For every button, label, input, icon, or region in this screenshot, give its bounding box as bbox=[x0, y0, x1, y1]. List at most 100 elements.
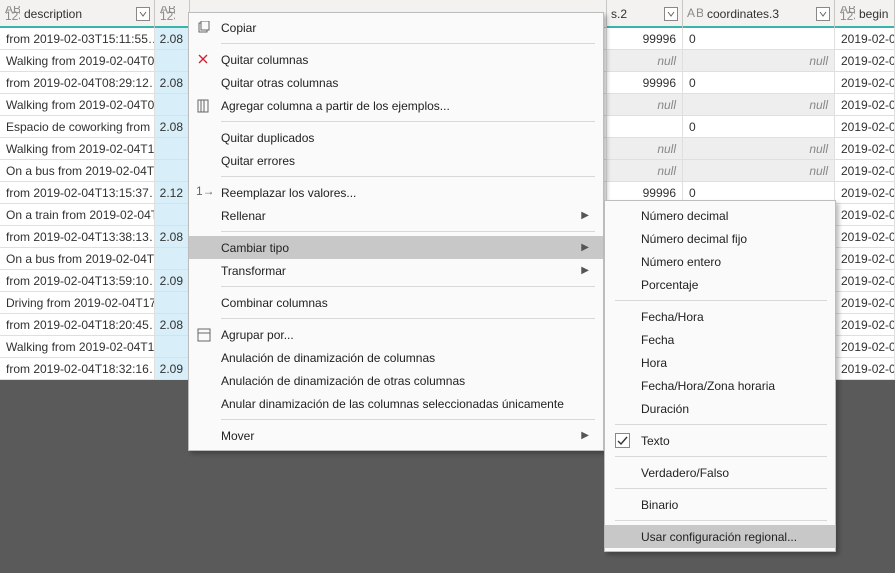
table-cell[interactable]: On a bus from 2019-02-04T1… bbox=[0, 248, 155, 270]
table-cell[interactable]: Walking from 2019-02-04T0… bbox=[0, 50, 155, 72]
table-cell[interactable]: Walking from 2019-02-04T1… bbox=[0, 138, 155, 160]
col-header-begin[interactable]: ABC123 begin bbox=[835, 0, 895, 28]
table-cell[interactable]: Walking from 2019-02-04T1… bbox=[0, 336, 155, 358]
menu-anulacion-otras[interactable]: Anulación de dinamización de otras colum… bbox=[189, 369, 603, 392]
table-cell[interactable]: Driving from 2019-02-04T17:… bbox=[0, 292, 155, 314]
type-numero-decimal[interactable]: Número decimal bbox=[605, 204, 835, 227]
menu-combinar-columnas[interactable]: Combinar columnas bbox=[189, 291, 603, 314]
table-cell[interactable] bbox=[155, 248, 190, 270]
table-cell[interactable]: 2019-02-0 bbox=[835, 292, 895, 314]
table-cell[interactable]: 2.09 bbox=[155, 358, 190, 380]
table-cell[interactable]: 0 bbox=[683, 72, 835, 94]
menu-reemplazar-valores[interactable]: 1→2 Reemplazar los valores... bbox=[189, 181, 603, 204]
col-header-coordinates3[interactable]: A B C coordinates.3 bbox=[683, 0, 835, 28]
table-cell[interactable]: from 2019-02-04T08:29:12… bbox=[0, 72, 155, 94]
table-cell[interactable] bbox=[607, 116, 683, 138]
col-header-s2[interactable]: s.2 bbox=[607, 0, 683, 28]
table-cell[interactable] bbox=[155, 292, 190, 314]
table-cell[interactable]: 2.08 bbox=[155, 28, 190, 50]
table-cell[interactable]: null bbox=[683, 138, 835, 160]
type-duracion[interactable]: Duración bbox=[605, 397, 835, 420]
table-cell[interactable]: 2019-02-0 bbox=[835, 314, 895, 336]
menu-cambiar-tipo[interactable]: Cambiar tipo ▶ bbox=[189, 236, 603, 259]
menu-mover[interactable]: Mover ▶ bbox=[189, 424, 603, 447]
menu-quitar-otras-columnas[interactable]: Quitar otras columnas bbox=[189, 71, 603, 94]
type-hora[interactable]: Hora bbox=[605, 351, 835, 374]
type-porcentaje[interactable]: Porcentaje bbox=[605, 273, 835, 296]
col-header-number-partial[interactable]: ABC123 bbox=[155, 0, 190, 28]
table-cell[interactable]: Walking from 2019-02-04T0… bbox=[0, 94, 155, 116]
table-cell[interactable]: null bbox=[607, 50, 683, 72]
table-cell[interactable]: from 2019-02-04T18:20:45… bbox=[0, 314, 155, 336]
table-cell[interactable]: 2.08 bbox=[155, 226, 190, 248]
table-cell[interactable] bbox=[155, 50, 190, 72]
table-cell[interactable]: 2019-02-0 bbox=[835, 336, 895, 358]
table-cell[interactable]: from 2019-02-04T18:32:16… bbox=[0, 358, 155, 380]
table-cell[interactable]: 2.09 bbox=[155, 270, 190, 292]
table-cell[interactable]: null bbox=[683, 160, 835, 182]
table-cell[interactable]: null bbox=[683, 50, 835, 72]
type-binario[interactable]: Binario bbox=[605, 493, 835, 516]
table-cell[interactable]: 2.08 bbox=[155, 116, 190, 138]
type-fecha-hora[interactable]: Fecha/Hora bbox=[605, 305, 835, 328]
table-cell[interactable]: 2019-02-0 bbox=[835, 28, 895, 50]
replace-icon: 1→2 bbox=[189, 186, 219, 200]
table-cell[interactable]: 2019-02-0 bbox=[835, 248, 895, 270]
table-cell[interactable]: 0 bbox=[683, 28, 835, 50]
type-numero-entero[interactable]: Número entero bbox=[605, 250, 835, 273]
menu-quitar-errores[interactable]: Quitar errores bbox=[189, 149, 603, 172]
filter-dropdown-icon[interactable] bbox=[136, 7, 150, 21]
col-header-description[interactable]: ABC123 description bbox=[0, 0, 155, 28]
table-cell[interactable]: 2019-02-0 bbox=[835, 160, 895, 182]
table-cell[interactable]: from 2019-02-04T13:59:10… bbox=[0, 270, 155, 292]
table-cell[interactable]: Espacio de coworking from 2… bbox=[0, 116, 155, 138]
table-cell[interactable] bbox=[155, 94, 190, 116]
menu-anulacion-dinamizacion[interactable]: Anulación de dinamización de columnas bbox=[189, 346, 603, 369]
table-cell[interactable]: null bbox=[607, 160, 683, 182]
table-cell[interactable]: 2.12 bbox=[155, 182, 190, 204]
table-cell[interactable]: 2.08 bbox=[155, 314, 190, 336]
type-fecha[interactable]: Fecha bbox=[605, 328, 835, 351]
type-texto[interactable]: Texto bbox=[605, 429, 835, 452]
filter-dropdown-icon[interactable] bbox=[664, 7, 678, 21]
menu-anular-seleccionadas[interactable]: Anular dinamización de las columnas sele… bbox=[189, 392, 603, 415]
table-cell[interactable]: 0 bbox=[683, 116, 835, 138]
table-cell[interactable]: null bbox=[607, 138, 683, 160]
table-cell[interactable] bbox=[155, 160, 190, 182]
table-cell[interactable]: 2019-02-0 bbox=[835, 94, 895, 116]
menu-quitar-columnas[interactable]: Quitar columnas bbox=[189, 48, 603, 71]
table-cell[interactable] bbox=[155, 138, 190, 160]
menu-copiar[interactable]: Copiar bbox=[189, 16, 603, 39]
table-cell[interactable]: 99996 bbox=[607, 28, 683, 50]
table-cell[interactable]: null bbox=[607, 94, 683, 116]
menu-agregar-columna-ejemplos[interactable]: Agregar columna a partir de los ejemplos… bbox=[189, 94, 603, 117]
table-cell[interactable]: 2019-02-0 bbox=[835, 116, 895, 138]
type-usar-config-regional[interactable]: Usar configuración regional... bbox=[605, 525, 835, 548]
table-cell[interactable]: from 2019-02-04T13:15:37… bbox=[0, 182, 155, 204]
table-cell[interactable]: On a train from 2019-02-04T… bbox=[0, 204, 155, 226]
table-cell[interactable]: On a bus from 2019-02-04T1… bbox=[0, 160, 155, 182]
table-cell[interactable]: 2019-02-0 bbox=[835, 204, 895, 226]
table-cell[interactable]: 2.08 bbox=[155, 72, 190, 94]
table-cell[interactable]: 2019-02-0 bbox=[835, 138, 895, 160]
menu-rellenar[interactable]: Rellenar ▶ bbox=[189, 204, 603, 227]
table-cell[interactable]: 2019-02-0 bbox=[835, 182, 895, 204]
type-verdadero-falso[interactable]: Verdadero/Falso bbox=[605, 461, 835, 484]
table-cell[interactable]: from 2019-02-04T13:38:13… bbox=[0, 226, 155, 248]
table-cell[interactable]: 2019-02-0 bbox=[835, 358, 895, 380]
table-cell[interactable]: 2019-02-0 bbox=[835, 270, 895, 292]
menu-transformar[interactable]: Transformar ▶ bbox=[189, 259, 603, 282]
table-cell[interactable] bbox=[155, 204, 190, 226]
table-cell[interactable]: 2019-02-0 bbox=[835, 226, 895, 248]
table-cell[interactable]: 99996 bbox=[607, 72, 683, 94]
type-numero-decimal-fijo[interactable]: Número decimal fijo bbox=[605, 227, 835, 250]
menu-quitar-duplicados[interactable]: Quitar duplicados bbox=[189, 126, 603, 149]
table-cell[interactable]: from 2019-02-03T15:11:55… bbox=[0, 28, 155, 50]
filter-dropdown-icon[interactable] bbox=[816, 7, 830, 21]
table-cell[interactable] bbox=[155, 336, 190, 358]
table-cell[interactable]: null bbox=[683, 94, 835, 116]
table-cell[interactable]: 2019-02-0 bbox=[835, 50, 895, 72]
table-cell[interactable]: 2019-02-0 bbox=[835, 72, 895, 94]
type-fecha-hora-zona[interactable]: Fecha/Hora/Zona horaria bbox=[605, 374, 835, 397]
menu-agrupar-por[interactable]: Agrupar por... bbox=[189, 323, 603, 346]
